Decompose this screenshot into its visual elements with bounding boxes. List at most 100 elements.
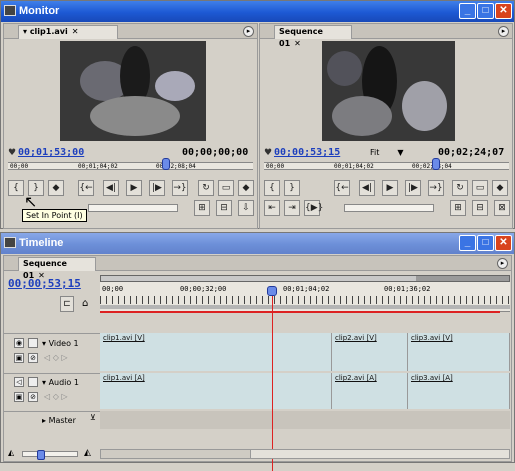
set-in-point-button[interactable]: { (8, 180, 24, 196)
play-in-to-out-button[interactable]: {▶} (304, 200, 323, 216)
monitor-title: Monitor (19, 5, 60, 17)
timeline-clip[interactable]: clip1.avi [A] (100, 373, 332, 409)
loop-button[interactable]: ↻ (452, 180, 468, 196)
program-controls-row2: ⇤ ⇥ {▶} ⊞ ⊟ ⊠ (264, 200, 512, 218)
program-sequence-tab[interactable]: Sequence 01 ✕ (274, 25, 352, 48)
panel-menu-icon[interactable]: ▸ (497, 258, 508, 269)
step-back-button[interactable]: ◀| (359, 180, 375, 196)
go-to-in-button[interactable]: {← (334, 180, 350, 196)
timeline-clip[interactable]: clip3.avi [V] (408, 333, 510, 371)
eye-icon[interactable]: ◉ (14, 338, 24, 348)
go-to-previous-edit-button[interactable]: ⇤ (264, 200, 280, 216)
output-button[interactable]: ◆ (238, 180, 254, 196)
lift-button[interactable]: ⊞ (450, 200, 466, 216)
set-in-point-button[interactable]: { (264, 180, 280, 196)
set-marker-icon[interactable]: ⌂ (82, 298, 88, 309)
timeline-current-timecode[interactable]: 00;00;53;15 (8, 277, 81, 290)
set-out-point-button[interactable]: } (284, 180, 300, 196)
lock-icon[interactable] (28, 338, 38, 348)
monitor-titlebar[interactable]: Monitor _ □ ✕ (1, 1, 514, 22)
tab-dropdown-icon[interactable]: ▾ (23, 27, 30, 36)
go-to-in-button[interactable]: {← (78, 180, 94, 196)
program-playhead[interactable] (432, 158, 440, 170)
go-to-out-button[interactable]: →} (428, 180, 444, 196)
set-marker-button[interactable]: ◆ (48, 180, 64, 196)
master-track-lane[interactable] (100, 411, 510, 429)
panel-menu-icon[interactable]: ▸ (243, 26, 254, 37)
overlay-button[interactable]: ⊟ (216, 200, 232, 216)
timeline-clip[interactable]: clip2.avi [A] (332, 373, 408, 409)
source-clip-tab[interactable]: ▾ clip1.avi ✕ (18, 25, 118, 39)
show-keyframes-icon[interactable]: ⊘ (28, 353, 38, 363)
timeline-sequence-tab[interactable]: Sequence 01 ✕ (18, 257, 96, 280)
toggle-take-audio-video-button[interactable]: ⇩ (238, 200, 254, 216)
trim-button[interactable]: ⊠ (494, 200, 510, 216)
source-playhead[interactable] (162, 158, 170, 170)
play-button[interactable]: ▶ (382, 180, 398, 196)
timeline-clip[interactable]: clip3.avi [A] (408, 373, 510, 409)
go-to-next-edit-button[interactable]: ⇥ (284, 200, 300, 216)
keyframe-nav-icon[interactable]: ◁ ◇ ▷ (44, 392, 68, 401)
close-icon[interactable]: ✕ (495, 235, 512, 251)
step-forward-button[interactable]: |▶ (149, 180, 165, 196)
panel-menu-icon[interactable]: ▸ (498, 26, 509, 37)
insert-button[interactable]: ⊞ (194, 200, 210, 216)
safe-margins-button[interactable]: ▭ (218, 180, 234, 196)
timeline-playhead-handle[interactable] (267, 286, 277, 296)
timeline-clip[interactable]: clip1.avi [V] (100, 333, 332, 371)
zoom-bar-handle[interactable] (101, 276, 416, 281)
go-to-out-button[interactable]: →} (172, 180, 188, 196)
extract-button[interactable]: ⊟ (472, 200, 488, 216)
video-track-label[interactable]: ▾ Video 1 (42, 339, 79, 348)
lock-icon[interactable] (28, 377, 38, 387)
video-track-lane[interactable]: clip1.avi [V] clip2.avi [V] clip3.avi [V… (100, 333, 510, 371)
close-tab-icon[interactable]: ✕ (72, 27, 79, 36)
minimize-icon[interactable]: _ (459, 235, 476, 251)
source-time-ruler[interactable]: 00;00 00;01;04;02 00;02;08;04 (8, 162, 253, 170)
maximize-icon[interactable]: □ (477, 235, 494, 251)
step-forward-button[interactable]: |▶ (405, 180, 421, 196)
set-display-style-icon[interactable]: ▣ (14, 392, 24, 402)
output-button[interactable]: ◆ (492, 180, 508, 196)
safe-margins-button[interactable]: ▭ (472, 180, 488, 196)
zoom-slider[interactable] (22, 450, 78, 460)
source-current-timecode[interactable]: 00;01;53;00 (18, 147, 84, 158)
timeline-horizontal-scrollbar[interactable] (100, 449, 510, 459)
program-time-ruler[interactable]: 00;00 00;01;04;02 00;02;08;04 (264, 162, 509, 170)
timeline-playhead-line[interactable] (272, 296, 273, 471)
ruler-tick-label: 00;00 (102, 285, 124, 293)
timeline-zoom-bar[interactable] (100, 275, 510, 282)
keyframe-nav-icon[interactable]: ◁ ◇ ▷ (44, 353, 68, 362)
maximize-icon[interactable]: □ (477, 3, 494, 19)
zoom-level-select[interactable]: Fit ▼ (370, 148, 404, 157)
step-back-button[interactable]: ◀| (103, 180, 119, 196)
timeline-time-ruler[interactable]: 00;00 00;00;32;00 00;01;04;02 00;01;36;0… (100, 282, 510, 312)
loop-button[interactable]: ↻ (198, 180, 214, 196)
play-button[interactable]: ▶ (126, 180, 142, 196)
audio-track-header: ◁ ▾ Audio 1 ▣ ⊘ ◁ ◇ ▷ (4, 373, 100, 409)
show-keyframes-icon[interactable]: ⊘ (28, 392, 38, 402)
speaker-icon[interactable]: ◁ (14, 377, 24, 387)
zoom-out-icon[interactable]: ◭ (8, 448, 14, 457)
chevron-down-icon: ▼ (397, 148, 404, 157)
minimize-icon[interactable]: _ (459, 3, 476, 19)
source-jog-shuttle[interactable] (88, 204, 178, 212)
timeline-titlebar[interactable]: Timeline _ □ ✕ (1, 233, 514, 254)
source-controls-row1: { } ◆ {← ◀| ▶ |▶ →} ↻ ▭ ◆ (8, 180, 256, 198)
scrollbar-thumb[interactable] (101, 450, 251, 458)
audio-track-lane[interactable]: clip1.avi [A] clip2.avi [A] clip3.avi [A… (100, 373, 510, 409)
set-display-style-icon[interactable]: ▣ (14, 353, 24, 363)
snap-button[interactable]: ⊏ (60, 296, 74, 312)
audio-track-label[interactable]: ▾ Audio 1 (42, 378, 79, 387)
close-icon[interactable]: ✕ (495, 3, 512, 19)
master-track-label[interactable]: ▸ Master (42, 416, 76, 425)
timeline-clip[interactable]: clip2.avi [V] (332, 333, 408, 371)
mouse-pointer-icon: ↖ (24, 192, 38, 211)
close-tab-icon[interactable]: ✕ (294, 39, 301, 48)
source-duration: 00;00;00;00 (182, 147, 249, 158)
master-track-header: ▸ Master ⊻ (4, 411, 100, 429)
work-area-bar[interactable] (100, 305, 510, 309)
program-current-timecode[interactable]: 00;00;53;15 (274, 147, 340, 158)
program-jog-shuttle[interactable] (344, 204, 434, 212)
zoom-in-icon[interactable]: ◭ (84, 448, 91, 458)
